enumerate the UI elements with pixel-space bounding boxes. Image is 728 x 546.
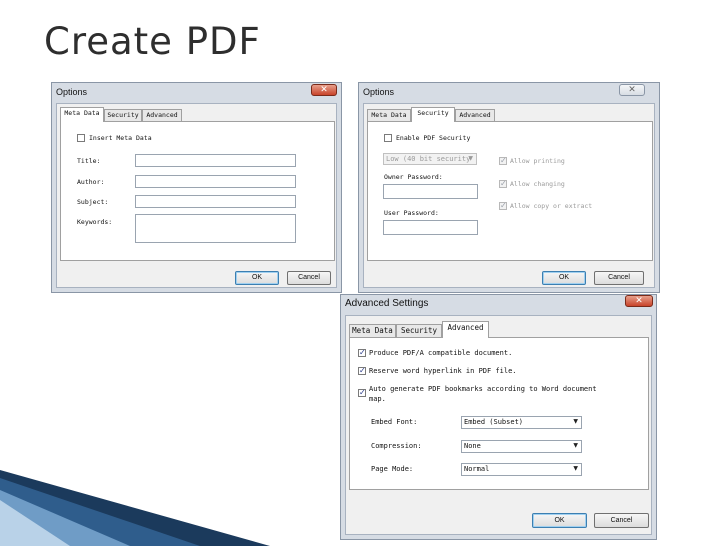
cancel-button[interactable]: Cancel (594, 513, 649, 528)
dialog-body: Meta Data Security Advanced Enable PDF S… (363, 103, 655, 288)
compression-label: Compression: (371, 442, 422, 450)
check-icon: ✓ (359, 366, 366, 375)
user-password-label: User Password: (384, 209, 439, 217)
chevron-down-icon: ▼ (468, 155, 473, 162)
ok-button[interactable]: OK (235, 271, 279, 285)
author-field[interactable] (135, 175, 296, 188)
tab-meta-data[interactable]: Meta Data (349, 324, 396, 338)
owner-password-label: Owner Password: (384, 173, 443, 181)
embed-font-select[interactable]: Embed (Subset) ▼ (461, 416, 582, 429)
hyperlink-label: Reserve word hyperlink in PDF file. (369, 367, 517, 375)
enable-pdf-security-label: Enable PDF Security (396, 134, 471, 142)
title-label: Title: (77, 157, 101, 165)
compression-value: None (464, 442, 481, 450)
tab-panel-security: Enable PDF Security Low (40 bit security… (367, 121, 653, 261)
keywords-field[interactable] (135, 214, 296, 243)
page-mode-select[interactable]: Normal ▼ (461, 463, 582, 476)
bookmarks-label-line2: map. (369, 395, 386, 403)
allow-printing-label: Allow printing (510, 157, 565, 165)
check-icon: ✓ (500, 201, 507, 210)
page-mode-label: Page Mode: (371, 465, 414, 473)
dialog-titlebar[interactable]: Advanced Settings ✕ (341, 295, 656, 315)
check-icon: ✓ (500, 156, 507, 165)
subject-field[interactable] (135, 195, 296, 208)
encryption-level-select[interactable]: Low (40 bit security ▼ (383, 153, 477, 165)
dialog-title: Options (56, 87, 88, 97)
pdfa-label: Produce PDF/A compatible document. (369, 349, 513, 357)
close-icon[interactable]: ✕ (619, 84, 645, 96)
tab-panel-advanced: ✓ Produce PDF/A compatible document. ✓ R… (349, 337, 649, 490)
subject-label: Subject: (77, 198, 109, 206)
tab-meta-data[interactable]: Meta Data (60, 107, 104, 122)
keywords-label: Keywords: (77, 218, 113, 226)
user-password-field[interactable] (383, 220, 478, 235)
insert-meta-data-checkbox[interactable] (77, 134, 85, 142)
tab-security[interactable]: Security (396, 324, 442, 338)
chevron-down-icon: ▼ (573, 442, 578, 449)
close-icon[interactable]: ✕ (625, 295, 653, 307)
chevron-down-icon: ▼ (573, 418, 578, 425)
dialog-title: Advanced Settings (345, 298, 429, 309)
slide-title: Create PDF (44, 20, 261, 63)
options-dialog-security: Options ✕ Meta Data Security Advanced En… (358, 82, 660, 293)
dialog-body: Meta Data Security Advanced Insert Meta … (56, 103, 337, 288)
insert-meta-data-label: Insert Meta Data (89, 134, 152, 142)
embed-font-label: Embed Font: (371, 418, 418, 426)
options-dialog-meta-data: Options ✕ Meta Data Security Advanced In… (51, 82, 342, 293)
page-mode-value: Normal (464, 465, 490, 473)
tab-advanced[interactable]: Advanced (442, 321, 489, 338)
embed-font-value: Embed (Subset) (464, 418, 524, 426)
check-icon: ✓ (359, 388, 366, 397)
cancel-button[interactable]: Cancel (594, 271, 644, 285)
dialog-body: Meta Data Security Advanced ✓ Produce PD… (345, 315, 652, 535)
author-label: Author: (77, 178, 105, 186)
chevron-down-icon: ▼ (573, 465, 578, 472)
bookmarks-label-line1: Auto generate PDF bookmarks according to… (369, 385, 597, 393)
owner-password-field[interactable] (383, 184, 478, 199)
cancel-button[interactable]: Cancel (287, 271, 331, 285)
dialog-title: Options (363, 87, 395, 97)
title-field[interactable] (135, 154, 296, 167)
tab-security[interactable]: Security (411, 107, 455, 122)
tab-panel-meta-data: Insert Meta Data Title: Author: Subject:… (60, 121, 335, 261)
enable-pdf-security-checkbox[interactable] (384, 134, 392, 142)
encryption-level-value: Low (40 bit security (386, 155, 471, 163)
check-icon: ✓ (500, 179, 507, 188)
dialog-titlebar[interactable]: Options ✕ (359, 83, 659, 103)
ok-button[interactable]: OK (542, 271, 586, 285)
advanced-settings-dialog: Advanced Settings ✕ Meta Data Security A… (340, 294, 657, 540)
compression-select[interactable]: None ▼ (461, 440, 582, 453)
allow-copy-label: Allow copy or extract (510, 202, 593, 210)
allow-changing-label: Allow changing (510, 180, 565, 188)
close-icon[interactable]: ✕ (311, 84, 337, 96)
ok-button[interactable]: OK (532, 513, 587, 528)
check-icon: ✓ (359, 348, 366, 357)
dialog-titlebar[interactable]: Options ✕ (52, 83, 341, 103)
